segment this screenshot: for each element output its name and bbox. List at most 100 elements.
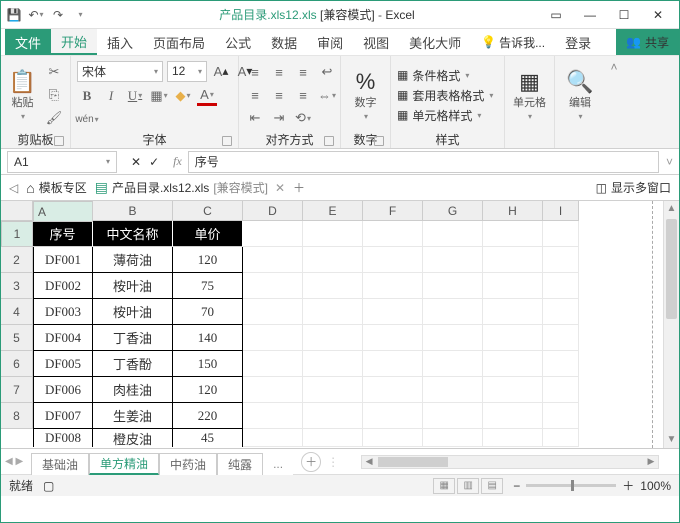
paste-button[interactable]: 📋 粘贴 ▾ <box>7 59 38 131</box>
cell-G6[interactable] <box>423 351 483 377</box>
fx-icon[interactable]: fx <box>167 154 188 169</box>
cell-I5[interactable] <box>543 325 579 351</box>
fill-color-button[interactable]: ◆▾ <box>173 86 193 106</box>
cell-H9[interactable] <box>483 429 543 447</box>
cell-C1[interactable]: 单价 <box>173 221 243 247</box>
horizontal-scrollbar[interactable]: ◀ ▶ <box>361 455 659 469</box>
cell-I2[interactable] <box>543 247 579 273</box>
col-header-G[interactable]: G <box>423 201 483 221</box>
cell-C4[interactable]: 70 <box>173 299 243 325</box>
cell-F6[interactable] <box>363 351 423 377</box>
cell-E4[interactable] <box>303 299 363 325</box>
cell-D7[interactable] <box>243 377 303 403</box>
cell-D9[interactable] <box>243 429 303 447</box>
row-header-6[interactable]: 6 <box>1 351 33 377</box>
cell-D5[interactable] <box>243 325 303 351</box>
cell-G7[interactable] <box>423 377 483 403</box>
cell-C6[interactable]: 150 <box>173 351 243 377</box>
cell-A4[interactable]: DF003 <box>33 299 93 325</box>
dialog-launcher-icon[interactable] <box>374 136 384 146</box>
formula-bar[interactable]: 序号 <box>188 151 659 173</box>
cell-G2[interactable] <box>423 247 483 273</box>
align-left-icon[interactable]: ≡ <box>245 85 265 105</box>
sheet-tab-2[interactable]: 单方精油 <box>89 453 159 475</box>
cell-F7[interactable] <box>363 377 423 403</box>
row-header-3[interactable]: 3 <box>1 273 33 299</box>
cell-C8[interactable]: 220 <box>173 403 243 429</box>
sheet-tab-1[interactable]: 基础油 <box>31 453 89 475</box>
cell-G8[interactable] <box>423 403 483 429</box>
tab-review[interactable]: 审阅 <box>307 29 353 55</box>
bold-button[interactable]: B <box>77 86 97 106</box>
cell-I8[interactable] <box>543 403 579 429</box>
cell-F3[interactable] <box>363 273 423 299</box>
align-middle-icon[interactable]: ≡ <box>269 62 289 82</box>
row-header-4[interactable]: 4 <box>1 299 33 325</box>
scroll-down-icon[interactable]: ▼ <box>664 432 679 448</box>
font-size-select[interactable]: 12▾ <box>167 61 207 82</box>
cell-H5[interactable] <box>483 325 543 351</box>
cell-B8[interactable]: 生姜油 <box>93 403 173 429</box>
cell-styles-button[interactable]: ▦单元格样式▾ <box>397 107 493 124</box>
cell-F4[interactable] <box>363 299 423 325</box>
cell-B3[interactable]: 桉叶油 <box>93 273 173 299</box>
tab-beautify[interactable]: 美化大师 <box>399 29 471 55</box>
border-button[interactable]: ▦▾ <box>149 86 169 106</box>
number-format-button[interactable]: % 数字 ▾ <box>347 59 384 131</box>
wrap-text-icon[interactable]: ↩ <box>317 62 337 82</box>
zoom-value[interactable]: 100% <box>640 479 671 493</box>
col-header-A[interactable]: A <box>33 201 93 222</box>
editing-button[interactable]: 🔍 编辑 ▾ <box>561 59 599 131</box>
cell-F8[interactable] <box>363 403 423 429</box>
sheet-nav[interactable]: ◀ ▶ <box>5 456 23 467</box>
cell-E2[interactable] <box>303 247 363 273</box>
col-header-B[interactable]: B <box>93 201 173 221</box>
scroll-up-icon[interactable]: ▲ <box>664 201 679 217</box>
cell-B4[interactable]: 桉叶油 <box>93 299 173 325</box>
font-color-button[interactable]: A▾ <box>197 86 217 106</box>
cell-F2[interactable] <box>363 247 423 273</box>
cell-H3[interactable] <box>483 273 543 299</box>
cell-I3[interactable] <box>543 273 579 299</box>
vertical-scrollbar[interactable]: ▲ ▼ <box>663 201 679 448</box>
cell-H6[interactable] <box>483 351 543 377</box>
align-bottom-icon[interactable]: ≡ <box>293 62 313 82</box>
row-header-1[interactable]: 1 <box>1 221 33 247</box>
cell-H2[interactable] <box>483 247 543 273</box>
font-name-select[interactable]: 宋体▾ <box>77 61 163 82</box>
cells-container[interactable]: 序号中文名称单价DF001薄荷油120DF002桉叶油75DF003桉叶油70D… <box>33 221 663 448</box>
cell-A7[interactable]: DF006 <box>33 377 93 403</box>
cell-B1[interactable]: 中文名称 <box>93 221 173 247</box>
cell-G9[interactable] <box>423 429 483 447</box>
normal-view-icon[interactable]: ▦ <box>433 478 455 494</box>
format-painter-icon[interactable]: 🖌 <box>44 108 64 128</box>
col-header-E[interactable]: E <box>303 201 363 221</box>
cell-D2[interactable] <box>243 247 303 273</box>
align-center-icon[interactable]: ≡ <box>269 85 289 105</box>
dialog-launcher-icon[interactable] <box>324 136 334 146</box>
tab-page-layout[interactable]: 页面布局 <box>143 29 215 55</box>
row-header-7[interactable]: 7 <box>1 377 33 403</box>
cell-B2[interactable]: 薄荷油 <box>93 247 173 273</box>
col-header-F[interactable]: F <box>363 201 423 221</box>
maximize-icon[interactable]: ☐ <box>613 8 635 22</box>
name-box[interactable]: A1▾ <box>7 151 117 173</box>
row-header-2[interactable]: 2 <box>1 247 33 273</box>
format-as-table-button[interactable]: ▦套用表格格式▾ <box>397 87 493 104</box>
underline-button[interactable]: U▾ <box>125 86 145 106</box>
tab-file[interactable]: 文件 <box>5 29 51 55</box>
redo-icon[interactable]: ↷ <box>49 6 67 24</box>
increase-font-icon[interactable]: A▴ <box>211 61 231 81</box>
cell-F9[interactable] <box>363 429 423 447</box>
cell-C2[interactable]: 120 <box>173 247 243 273</box>
decrease-indent-icon[interactable]: ⇤ <box>245 108 265 128</box>
conditional-formatting-button[interactable]: ▦条件格式▾ <box>397 67 493 84</box>
workbook-tab-active[interactable]: ▤ 产品目录.xls12.xls [兼容模式] ✕ <box>95 179 285 196</box>
cell-I1[interactable] <box>543 221 579 247</box>
hscroll-thumb[interactable] <box>378 457 448 467</box>
cell-I9[interactable] <box>543 429 579 447</box>
cell-A2[interactable]: DF001 <box>33 247 93 273</box>
cell-D4[interactable] <box>243 299 303 325</box>
cell-A3[interactable]: DF002 <box>33 273 93 299</box>
cell-E1[interactable] <box>303 221 363 247</box>
